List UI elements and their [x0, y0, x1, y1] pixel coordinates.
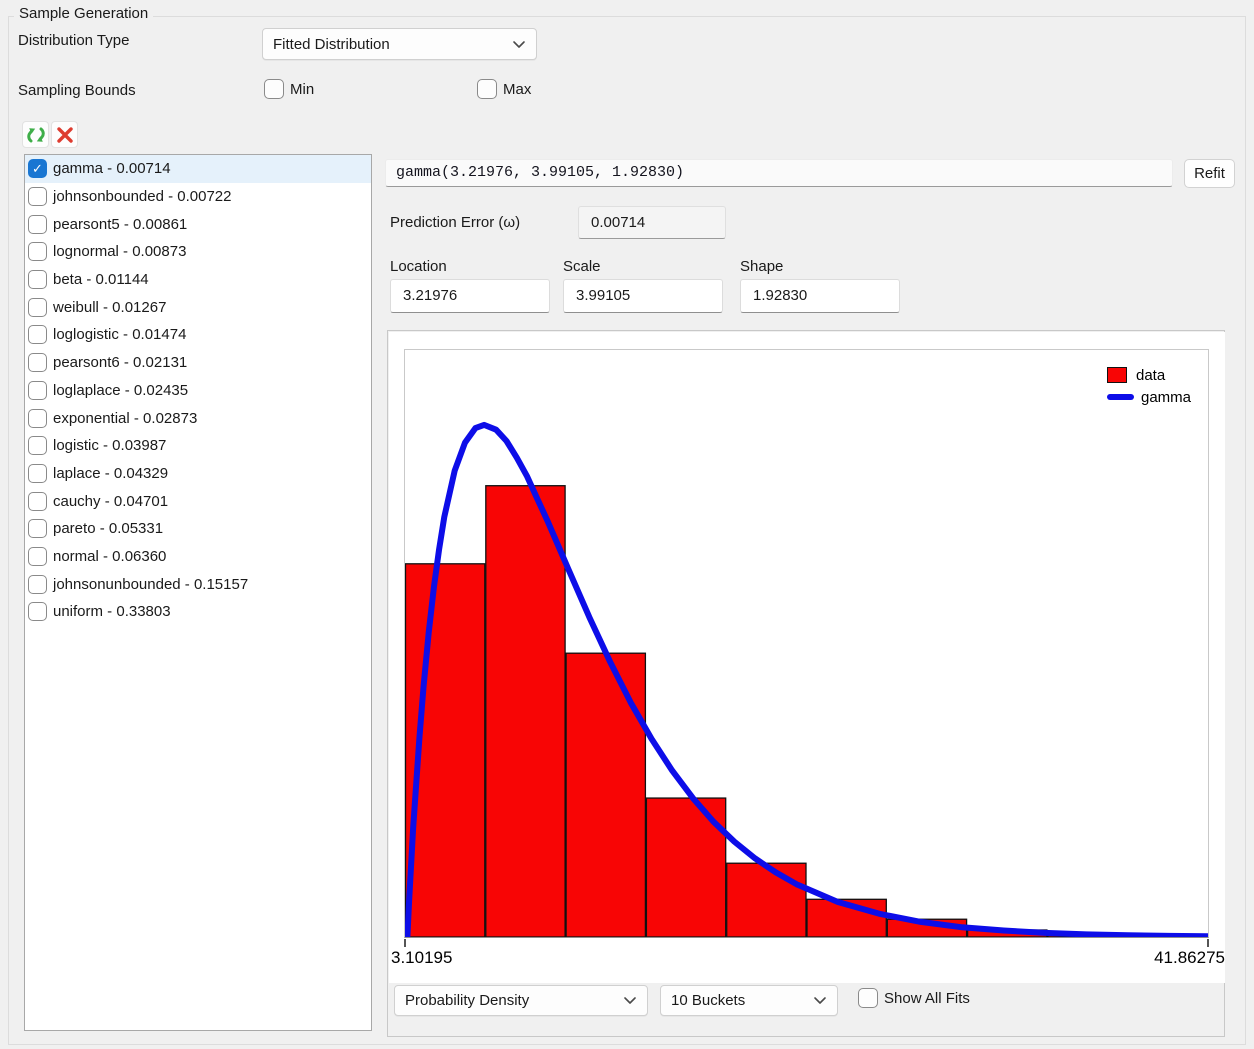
chevron-down-icon [813, 996, 827, 1005]
fit-item-label: loglogistic - 0.01474 [53, 326, 186, 343]
fit-list-item[interactable]: ✓ gamma - 0.00714 [25, 155, 371, 183]
display-mode-select[interactable]: Probability Density [394, 985, 648, 1016]
legend-gamma-swatch [1107, 394, 1134, 400]
fit-item-checkbox[interactable] [28, 464, 47, 483]
legend-data-label: data [1136, 367, 1165, 384]
buckets-select[interactable]: 10 Buckets [660, 985, 838, 1016]
x-axis-min-label: 3.10195 [391, 948, 452, 968]
fit-list-item[interactable]: normal - 0.06360 [25, 543, 371, 571]
fit-item-label: lognormal - 0.00873 [53, 243, 186, 260]
show-all-fits-checkbox[interactable] [858, 988, 878, 1008]
groupbox-title: Sample Generation [14, 5, 153, 22]
chart-legend: data gamma [1107, 364, 1191, 408]
delete-button[interactable] [51, 121, 78, 148]
fit-list-item[interactable]: johnsonbounded - 0.00722 [25, 183, 371, 211]
prediction-error-field: 0.00714 [578, 206, 726, 239]
distribution-type-value: Fitted Distribution [273, 36, 512, 53]
min-checkbox-label[interactable]: Min [290, 81, 314, 98]
location-field[interactable]: 3.21976 [390, 279, 550, 313]
fit-list-item[interactable]: loglaplace - 0.02435 [25, 377, 371, 405]
fit-item-checkbox[interactable] [28, 215, 47, 234]
fit-item-checkbox[interactable] [28, 325, 47, 344]
fit-item-label: gamma - 0.00714 [53, 160, 171, 177]
chart-panel: data gamma 3.10195 41.86275 [387, 330, 1225, 1037]
x-axis-max-label: 41.86275 [1079, 948, 1225, 968]
fit-item-checkbox[interactable] [28, 547, 47, 566]
fit-list-item[interactable]: uniform - 0.33803 [25, 598, 371, 626]
max-checkbox-label[interactable]: Max [503, 81, 531, 98]
min-checkbox[interactable] [264, 79, 284, 99]
fit-item-label: johnsonunbounded - 0.15157 [53, 576, 248, 593]
histogram-plot: data gamma [404, 349, 1209, 938]
fit-item-checkbox[interactable] [28, 602, 47, 621]
fit-list-item[interactable]: cauchy - 0.04701 [25, 487, 371, 515]
fit-item-checkbox[interactable] [28, 298, 47, 317]
fit-item-label: laplace - 0.04329 [53, 465, 168, 482]
fit-formula-field[interactable]: gamma(3.21976, 3.99105, 1.92830) [385, 159, 1173, 187]
fit-list-item[interactable]: laplace - 0.04329 [25, 460, 371, 488]
fit-item-checkbox[interactable] [28, 353, 47, 372]
chevron-down-icon [623, 996, 637, 1005]
fit-item-label: exponential - 0.02873 [53, 410, 197, 427]
scale-field[interactable]: 3.99105 [563, 279, 723, 313]
refit-button[interactable]: Refit [1184, 159, 1235, 188]
display-mode-value: Probability Density [405, 992, 623, 1009]
delete-x-icon [56, 126, 74, 144]
location-label: Location [390, 258, 447, 275]
show-all-fits-label[interactable]: Show All Fits [884, 990, 970, 1007]
buckets-value: 10 Buckets [671, 992, 813, 1009]
fit-list[interactable]: ✓ gamma - 0.00714 johnsonbounded - 0.00722… [24, 154, 372, 1031]
shape-label: Shape [740, 258, 783, 275]
fit-item-label: pearsont6 - 0.02131 [53, 354, 187, 371]
fit-item-label: cauchy - 0.04701 [53, 493, 168, 510]
fit-list-item[interactable]: beta - 0.01144 [25, 266, 371, 294]
fit-item-label: pareto - 0.05331 [53, 520, 163, 537]
distribution-type-select[interactable]: Fitted Distribution [262, 28, 537, 60]
fit-item-label: johnsonbounded - 0.00722 [53, 188, 232, 205]
fit-item-label: pearsont5 - 0.00861 [53, 216, 187, 233]
fit-list-item[interactable]: johnsonunbounded - 0.15157 [25, 570, 371, 598]
chart-canvas: data gamma 3.10195 41.86275 [389, 332, 1225, 983]
refresh-icon [26, 125, 46, 145]
fit-list-item[interactable]: logistic - 0.03987 [25, 432, 371, 460]
fit-item-checkbox[interactable] [28, 270, 47, 289]
fit-item-label: loglaplace - 0.02435 [53, 382, 188, 399]
fit-list-item[interactable]: pearsont5 - 0.00861 [25, 210, 371, 238]
fit-item-checkbox[interactable] [28, 242, 47, 261]
max-checkbox[interactable] [477, 79, 497, 99]
fit-item-checkbox[interactable] [28, 492, 47, 511]
sampling-bounds-label: Sampling Bounds [18, 82, 136, 99]
distribution-type-label: Distribution Type [18, 32, 129, 49]
fit-item-checkbox[interactable] [28, 409, 47, 428]
fit-item-checkbox[interactable] [28, 381, 47, 400]
legend-data-swatch [1107, 367, 1127, 383]
fit-list-item[interactable]: exponential - 0.02873 [25, 404, 371, 432]
x-axis-tick-left [404, 939, 406, 947]
prediction-error-label: Prediction Error (ω) [390, 214, 520, 231]
chevron-down-icon [512, 40, 526, 49]
legend-gamma-label: gamma [1141, 389, 1191, 406]
fit-item-checkbox[interactable] [28, 436, 47, 455]
fit-item-label: beta - 0.01144 [53, 271, 149, 288]
fit-list-item[interactable]: loglogistic - 0.01474 [25, 321, 371, 349]
refresh-button[interactable] [22, 121, 49, 148]
fit-item-label: uniform - 0.33803 [53, 603, 171, 620]
fit-item-checkbox[interactable] [28, 575, 47, 594]
fit-list-item[interactable]: weibull - 0.01267 [25, 293, 371, 321]
fit-item-checkbox[interactable] [28, 519, 47, 538]
fit-list-item[interactable]: pareto - 0.05331 [25, 515, 371, 543]
fit-list-item[interactable]: lognormal - 0.00873 [25, 238, 371, 266]
fit-item-label: weibull - 0.01267 [53, 299, 166, 316]
scale-label: Scale [563, 258, 601, 275]
fit-item-checkbox[interactable] [28, 187, 47, 206]
histogram-and-fit-curve [405, 350, 1208, 937]
shape-field[interactable]: 1.92830 [740, 279, 900, 313]
fit-list-item[interactable]: pearsont6 - 0.02131 [25, 349, 371, 377]
fit-item-checkbox[interactable]: ✓ [28, 159, 47, 178]
sample-generation-panel: Sample Generation Distribution Type Fitt… [0, 0, 1254, 1049]
fit-item-label: normal - 0.06360 [53, 548, 166, 565]
x-axis-tick-right [1207, 939, 1209, 947]
fit-item-label: logistic - 0.03987 [53, 437, 166, 454]
